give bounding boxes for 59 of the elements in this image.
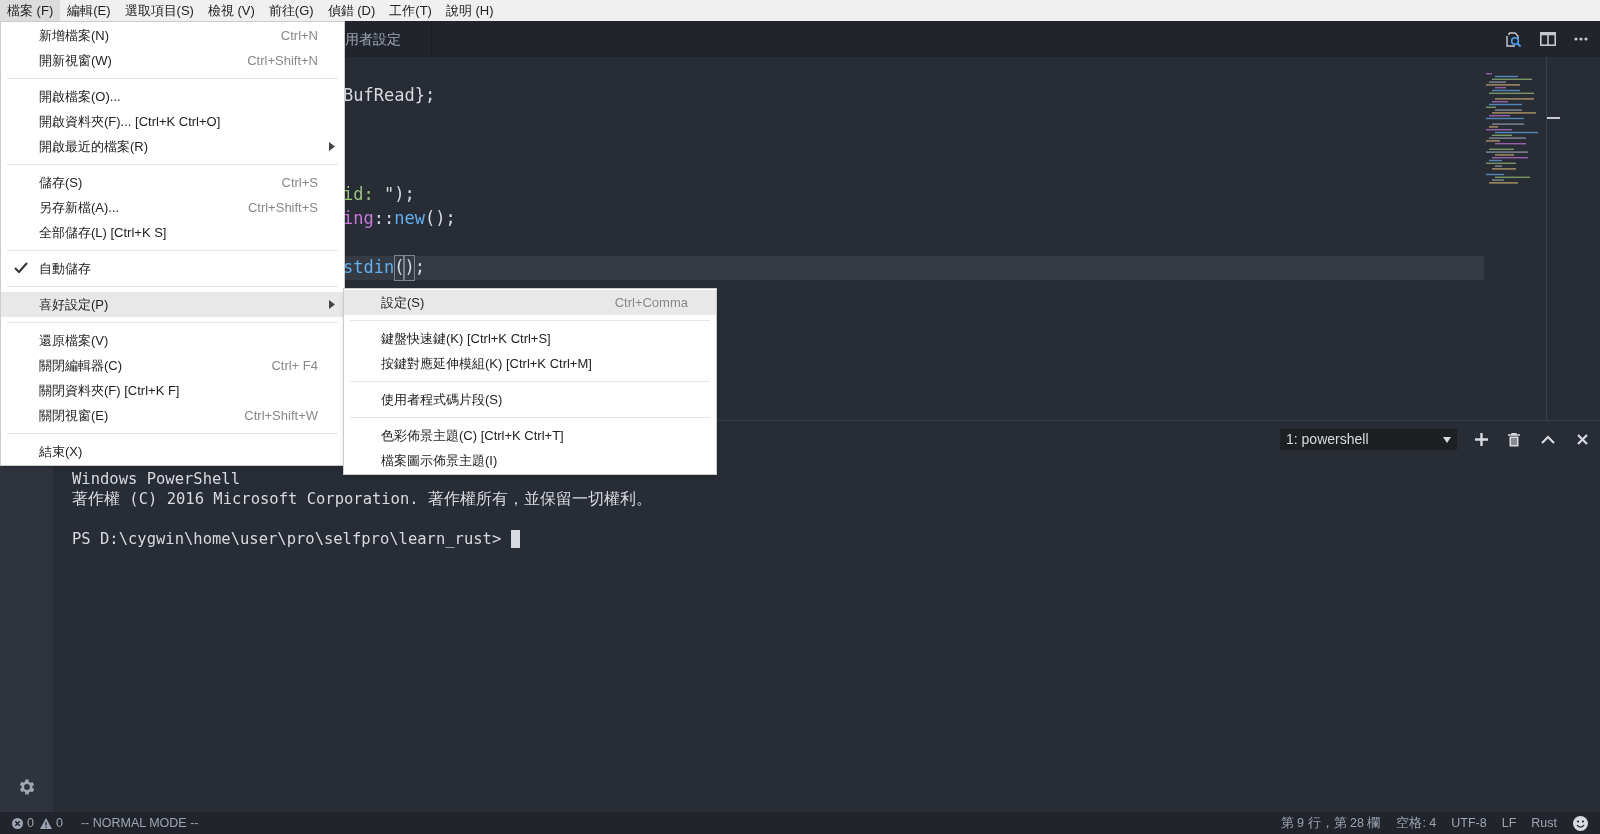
language-mode: Rust (1531, 814, 1557, 832)
menu-item[interactable]: 鍵盤快速鍵(K) [Ctrl+K Ctrl+S] (344, 326, 716, 351)
more-icon[interactable] (1574, 37, 1588, 41)
menu-item[interactable]: 開啟資料夾(F)... [Ctrl+K Ctrl+O] (1, 109, 344, 134)
menubar-item[interactable]: 編輯(E) (60, 0, 118, 21)
code-line: ing::new(); (343, 207, 456, 231)
encoding: UTF-8 (1451, 814, 1487, 832)
menu-item[interactable]: 設定(S) Ctrl+Comma (344, 290, 716, 315)
menu-item[interactable]: 色彩佈景主題(C) [Ctrl+K Ctrl+T] (344, 423, 716, 448)
editor-tab[interactable]: 用者設定 (345, 21, 432, 57)
code-line: id: "); (343, 182, 415, 206)
indentation: 空格: 4 (1396, 814, 1437, 832)
code-line: stdin(); (343, 255, 425, 281)
terminal-line: Windows PowerShell (72, 469, 240, 489)
menu-item[interactable]: 關閉視窗(E) Ctrl+Shift+W (1, 403, 344, 428)
code-line: BufRead}; (343, 84, 436, 108)
menu-item[interactable]: 關閉資料夾(F) [Ctrl+K F] (1, 378, 344, 403)
menu-item[interactable]: 按鍵對應延伸模組(K) [Ctrl+K Ctrl+M] (344, 351, 716, 376)
cursor-position: 第 9 行，第 28 欄 (1280, 814, 1381, 832)
menubar-item[interactable]: 選取項目(S) (117, 0, 201, 21)
menu-item[interactable]: 開啟檔案(O)... (1, 84, 344, 109)
error-icon (12, 817, 23, 829)
menubar-item[interactable]: 檢視 (V) (200, 0, 262, 21)
trash-icon[interactable] (1508, 432, 1520, 447)
scrollbar-thumb[interactable] (1547, 117, 1560, 119)
menu-item[interactable]: 喜好設定(P) (1, 292, 344, 317)
terminal-selector[interactable]: 1: powershell (1280, 429, 1457, 450)
check-icon (14, 262, 28, 274)
split-editor-icon[interactable] (1540, 32, 1556, 46)
menu-item[interactable]: 全部儲存(L) [Ctrl+K S] (1, 220, 344, 245)
problems-indicator[interactable]: 0 0 (12, 813, 63, 833)
menu-item[interactable]: 另存新檔(A)... Ctrl+Shift+S (1, 195, 344, 220)
menu-item[interactable]: 關閉編輯器(C) Ctrl+ F4 (1, 353, 344, 378)
menubar-item[interactable]: 前往(G) (261, 0, 321, 21)
terminal-line: 著作權 (C) 2016 Microsoft Corporation. 著作權所有，並保留一切權利。 (72, 489, 652, 509)
line-ending: LF (1501, 814, 1517, 832)
search-icon[interactable] (1504, 30, 1522, 48)
menu-item[interactable]: 新增檔案(N) Ctrl+N (1, 23, 344, 48)
vim-mode: -- NORMAL MODE -- (80, 814, 199, 832)
terminal-cursor (510, 530, 520, 548)
chevron-up-icon[interactable] (1541, 435, 1555, 444)
menu-item[interactable]: 還原檔案(V) (1, 328, 344, 353)
terminal-prompt: PS D:\cygwin\home\user\pro\selfpro\learn_rust> (72, 529, 503, 549)
smiley-icon[interactable] (1573, 815, 1588, 831)
menu-item[interactable]: 結束(X) (1, 439, 344, 464)
dropdown-icon (1443, 436, 1451, 443)
menubar-item[interactable]: 檔案 (F) (0, 0, 61, 21)
menu-item[interactable]: 檔案圖示佈景主題(I) (344, 448, 716, 473)
menu-item[interactable]: 儲存(S) Ctrl+S (1, 170, 344, 195)
plus-icon[interactable] (1475, 433, 1488, 446)
menu-item[interactable]: 開啟最近的檔案(R) (1, 134, 344, 159)
menubar-item[interactable]: 工作(T) (382, 0, 439, 21)
menu-item[interactable]: 自動儲存 (1, 256, 344, 281)
close-icon[interactable] (1577, 434, 1588, 445)
menu-item[interactable]: 使用者程式碼片段(S) (344, 387, 716, 412)
menu-item[interactable]: 開新視窗(W) Ctrl+Shift+N (1, 48, 344, 73)
menubar-item[interactable]: 說明 (H) (438, 0, 501, 21)
menubar-item[interactable]: 偵錯 (D) (320, 0, 383, 21)
warning-icon (39, 817, 52, 829)
